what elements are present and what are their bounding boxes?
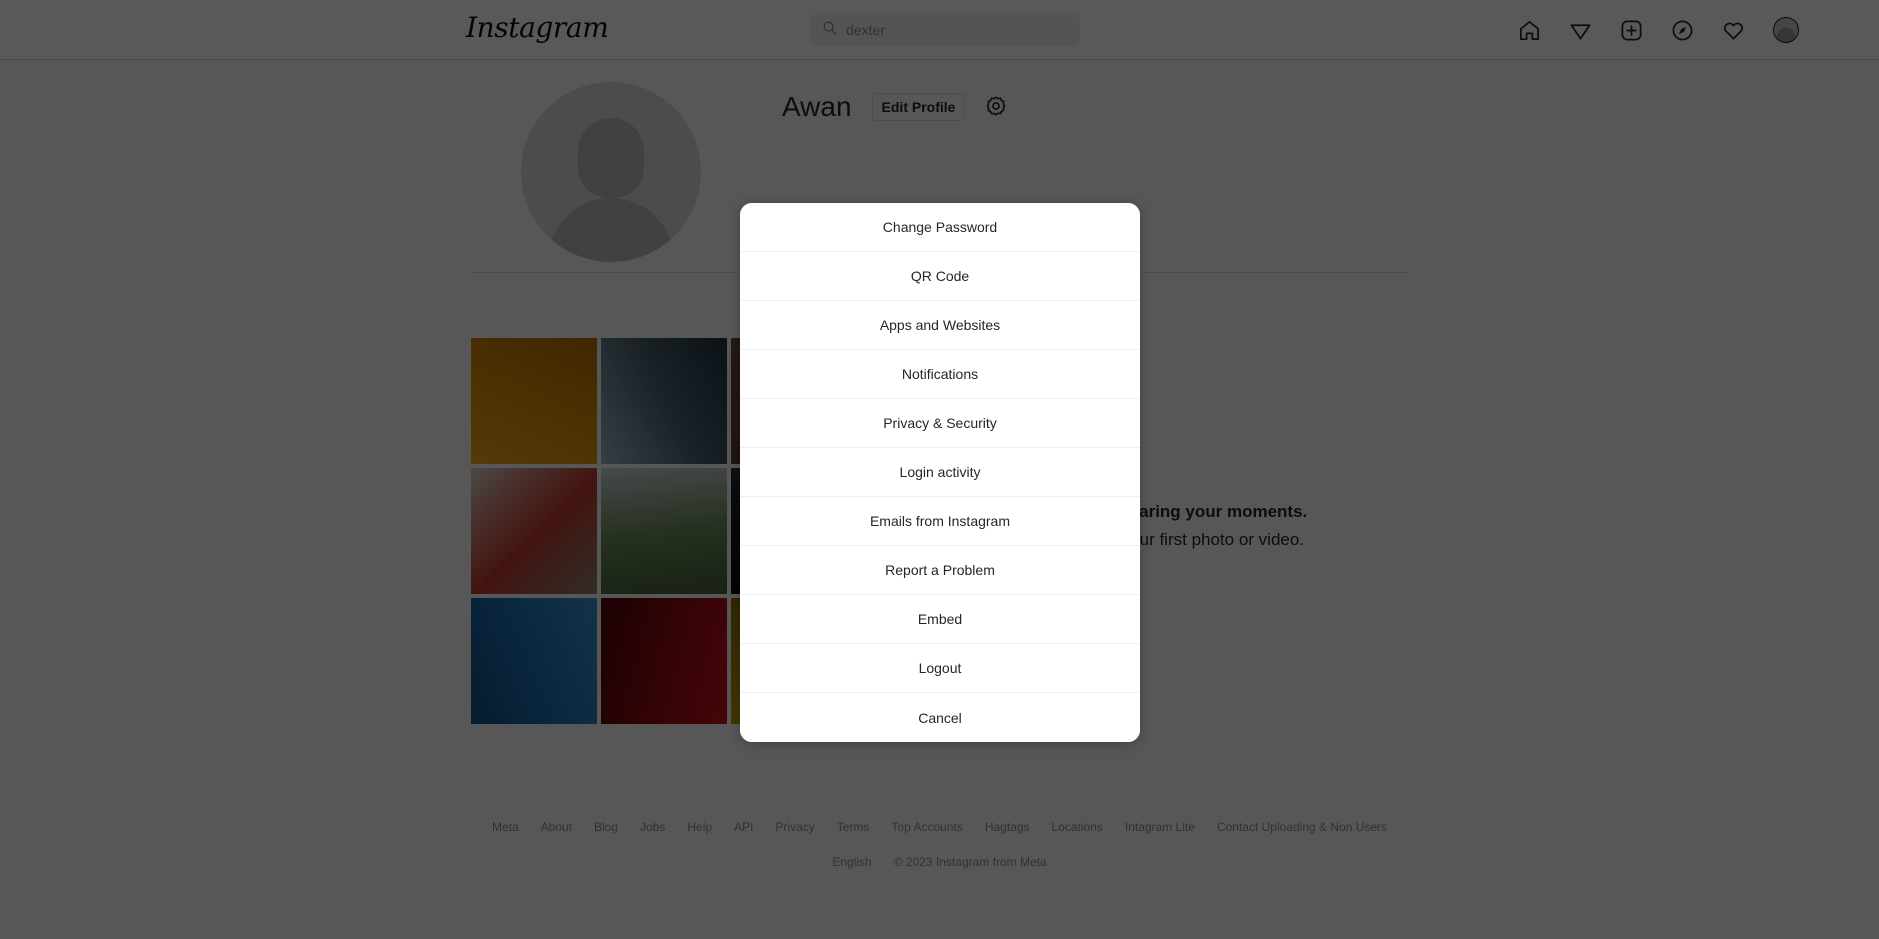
dialog-item-login-activity[interactable]: Login activity [740, 448, 1140, 497]
dialog-item-logout[interactable]: Logout [740, 644, 1140, 693]
dialog-item-report-a-problem[interactable]: Report a Problem [740, 546, 1140, 595]
dialog-item-embed[interactable]: Embed [740, 595, 1140, 644]
dialog-item-privacy-security[interactable]: Privacy & Security [740, 399, 1140, 448]
dialog-item-cancel[interactable]: Cancel [740, 693, 1140, 742]
dialog-item-qr-code[interactable]: QR Code [740, 252, 1140, 301]
settings-dialog: Change Password QR Code Apps and Websites N… [740, 203, 1140, 742]
dialog-item-emails-from-instagram[interactable]: Emails from Instagram [740, 497, 1140, 546]
dialog-item-change-password[interactable]: Change Password [740, 203, 1140, 252]
dialog-item-apps-and-websites[interactable]: Apps and Websites [740, 301, 1140, 350]
dialog-item-notifications[interactable]: Notifications [740, 350, 1140, 399]
